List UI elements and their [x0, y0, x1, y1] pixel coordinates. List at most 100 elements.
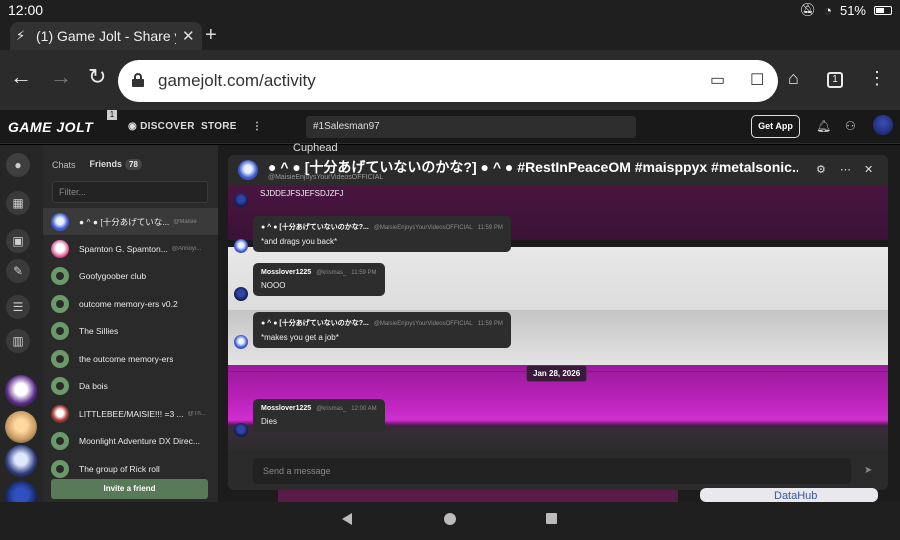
message-author: Mosslover1225 — [261, 269, 312, 276]
tab-title: (1) Game Jolt - Share y — [36, 28, 176, 44]
message-bubble[interactable]: ● ^ ● [十分あげていないのかな?... @MaisieEnjoysYourV… — [253, 312, 511, 348]
reload-icon[interactable]: ↻ — [88, 64, 106, 90]
rail-chat-icon[interactable]: ● — [6, 153, 30, 177]
gamejolt-logo[interactable]: GAME JOLT — [8, 119, 93, 135]
rail-inventory-icon[interactable]: ▣ — [6, 229, 30, 253]
url-text[interactable]: gamejolt.com/activity — [158, 71, 316, 91]
message-bubble[interactable]: ● ^ ● [十分あげていないのかな?... @MaisieEnjoysYourV… — [253, 216, 511, 252]
message-bubble[interactable]: Mosslover1225 @krismas_ 11:59 PM NOOO — [253, 263, 385, 296]
chat-list-item[interactable]: Goofygoober club — [43, 262, 218, 289]
forward-arrow-icon[interactable]: → — [50, 64, 72, 90]
wifi-icon: ◔ — [824, 2, 832, 18]
message-handle: @krismas_ — [316, 406, 347, 412]
get-app-button[interactable]: Get App — [751, 115, 800, 138]
left-icon-rail: ● ▦ ▣ ✎ ☰ ▥ — [0, 145, 43, 513]
chat-window: ● ^ ● [十分あげていないのかな?] ● ^ ● #RestInPeaceO… — [228, 155, 888, 490]
chat-avatar — [51, 239, 69, 258]
nav-discover[interactable]: ◉ DISCOVER — [128, 121, 195, 132]
notifications-off-icon: 🔕︎ — [799, 2, 817, 17]
feed-game-title: Cuphead — [293, 142, 338, 154]
chats-sidebar: Chats Friends 78 Filter... ● ^ ● [十分あげていな… — [43, 145, 218, 502]
add-member-icon[interactable]: ⚙︎ — [816, 163, 826, 176]
gamejolt-favicon-icon: ⚡︎ — [16, 28, 26, 43]
message-time: 11:59 PM — [351, 270, 377, 276]
new-tab-button[interactable]: + — [205, 24, 217, 47]
group-chat-icon — [51, 294, 69, 313]
close-tab-icon[interactable]: ✕ — [182, 27, 195, 45]
tab-switcher-button[interactable]: 1 — [827, 72, 843, 88]
chat-avatar — [51, 212, 69, 231]
bookmark-icon[interactable]: ☐ — [750, 70, 764, 90]
gj-search-input[interactable]: #1Salesman97 — [306, 116, 636, 138]
tab-chats[interactable]: Chats — [52, 160, 76, 170]
chat-room-avatar[interactable] — [238, 160, 258, 180]
message-author: ● ^ ● [十分あげていないのかな?... — [261, 224, 369, 231]
message-time: 11:59 PM — [477, 225, 503, 231]
chat-list-item[interactable]: Spamton G. Spamton... @Annoyi... — [43, 235, 218, 262]
battery-percent: 51% — [839, 2, 866, 18]
rail-community-avatar[interactable] — [5, 375, 37, 407]
home-icon[interactable]: ⌂ — [788, 68, 799, 89]
notifications-bell-icon[interactable]: 🔔︎ — [816, 119, 831, 133]
compass-icon: ◉ — [128, 121, 141, 132]
address-bar[interactable]: gamejolt.com/activity ▭ ☐ — [118, 60, 778, 102]
chats-tabs: Chats Friends 78 — [52, 159, 142, 170]
group-chat-icon — [51, 459, 69, 478]
rail-shop-icon[interactable]: ✎ — [6, 259, 30, 283]
chat-list-item[interactable]: outcome memory-ers v0.2 — [43, 290, 218, 317]
friends-count-badge: 78 — [125, 159, 142, 170]
status-time: 12:00 — [8, 2, 44, 18]
system-back-icon[interactable] — [342, 513, 352, 525]
system-recents-icon[interactable] — [546, 513, 557, 524]
chat-list-item[interactable]: the outcome memory-ers — [43, 345, 218, 372]
cast-icon[interactable]: ▭ — [710, 70, 725, 90]
message-text: *makes you get a job* — [261, 333, 339, 342]
nav-store[interactable]: STORE — [201, 121, 237, 132]
chat-options-icon[interactable]: ⋯ — [840, 163, 851, 176]
user-avatar[interactable] — [873, 115, 893, 135]
system-home-icon[interactable] — [444, 513, 456, 525]
chat-list-item[interactable]: The Sillies — [43, 317, 218, 344]
logo-badge: 1 — [107, 110, 117, 120]
rail-quests-icon[interactable]: ☰ — [6, 295, 30, 319]
chat-subtitle: @MaisieEnjoysYourVideosOFFICIAL — [268, 174, 384, 181]
rail-barcode-icon[interactable]: ▥ — [6, 329, 30, 353]
date-divider-label: Jan 28, 2026 — [526, 365, 588, 382]
android-nav-bar — [0, 502, 900, 540]
group-chat-icon — [51, 266, 69, 285]
nav-more-icon[interactable]: ⋮ — [252, 121, 262, 132]
message-time: 12:00 AM — [351, 406, 377, 412]
chat-list-item[interactable]: LITTLEBEE/MAISIE!!! =3 ... @Th... — [43, 400, 218, 427]
group-chat-icon — [51, 321, 69, 340]
rail-community-avatar[interactable] — [5, 445, 37, 477]
friends-icon[interactable]: ⚇ — [845, 119, 856, 133]
rail-store-icon[interactable]: ▦ — [6, 191, 30, 215]
close-chat-icon[interactable]: ✕ — [864, 163, 873, 176]
chat-list-item[interactable]: ● ^ ● [十分あげていな... @Maisie — [43, 208, 218, 235]
message-text: SJDDEJFSJEFSDJZFJ — [260, 189, 344, 198]
feed-post-peek — [278, 490, 678, 502]
invite-friend-button[interactable]: Invite a friend — [51, 479, 208, 499]
message-avatar — [234, 335, 248, 349]
chat-header: ● ^ ● [十分あげていないのかな?] ● ^ ● #RestInPeaceO… — [228, 155, 888, 185]
message-avatar — [234, 193, 248, 207]
send-icon[interactable]: ➤ — [864, 465, 872, 476]
chat-avatar — [51, 404, 69, 423]
message-bubble[interactable]: Mosslover1225 @krismas_ 12:00 AM Dies — [253, 399, 385, 432]
chat-list-item[interactable]: Moonlight Adventure DX Direc... — [43, 427, 218, 454]
battery-icon — [874, 5, 892, 15]
chats-filter-input[interactable]: Filter... — [52, 181, 208, 203]
back-arrow-icon[interactable]: ← — [10, 64, 32, 90]
message-input[interactable]: Send a message — [253, 458, 851, 484]
group-chat-icon — [51, 376, 69, 395]
message-text: *and drags you back* — [261, 237, 338, 246]
message-avatar — [234, 423, 248, 437]
chat-list-item[interactable]: Da bois — [43, 372, 218, 399]
tab-friends[interactable]: Friends 78 — [90, 159, 142, 170]
more-menu-icon[interactable]: ⋮ — [868, 68, 886, 89]
message-handle: @MaisieEnjoysYourVideosOFFICIAL — [373, 321, 473, 327]
browser-tab[interactable]: ⚡︎ (1) Game Jolt - Share y ✕ — [10, 22, 202, 50]
rail-community-avatar[interactable] — [5, 411, 37, 443]
chat-list-item[interactable]: The group of Rick roll — [43, 455, 218, 482]
status-icons: 🔕︎ ◔ 51% — [800, 2, 892, 18]
